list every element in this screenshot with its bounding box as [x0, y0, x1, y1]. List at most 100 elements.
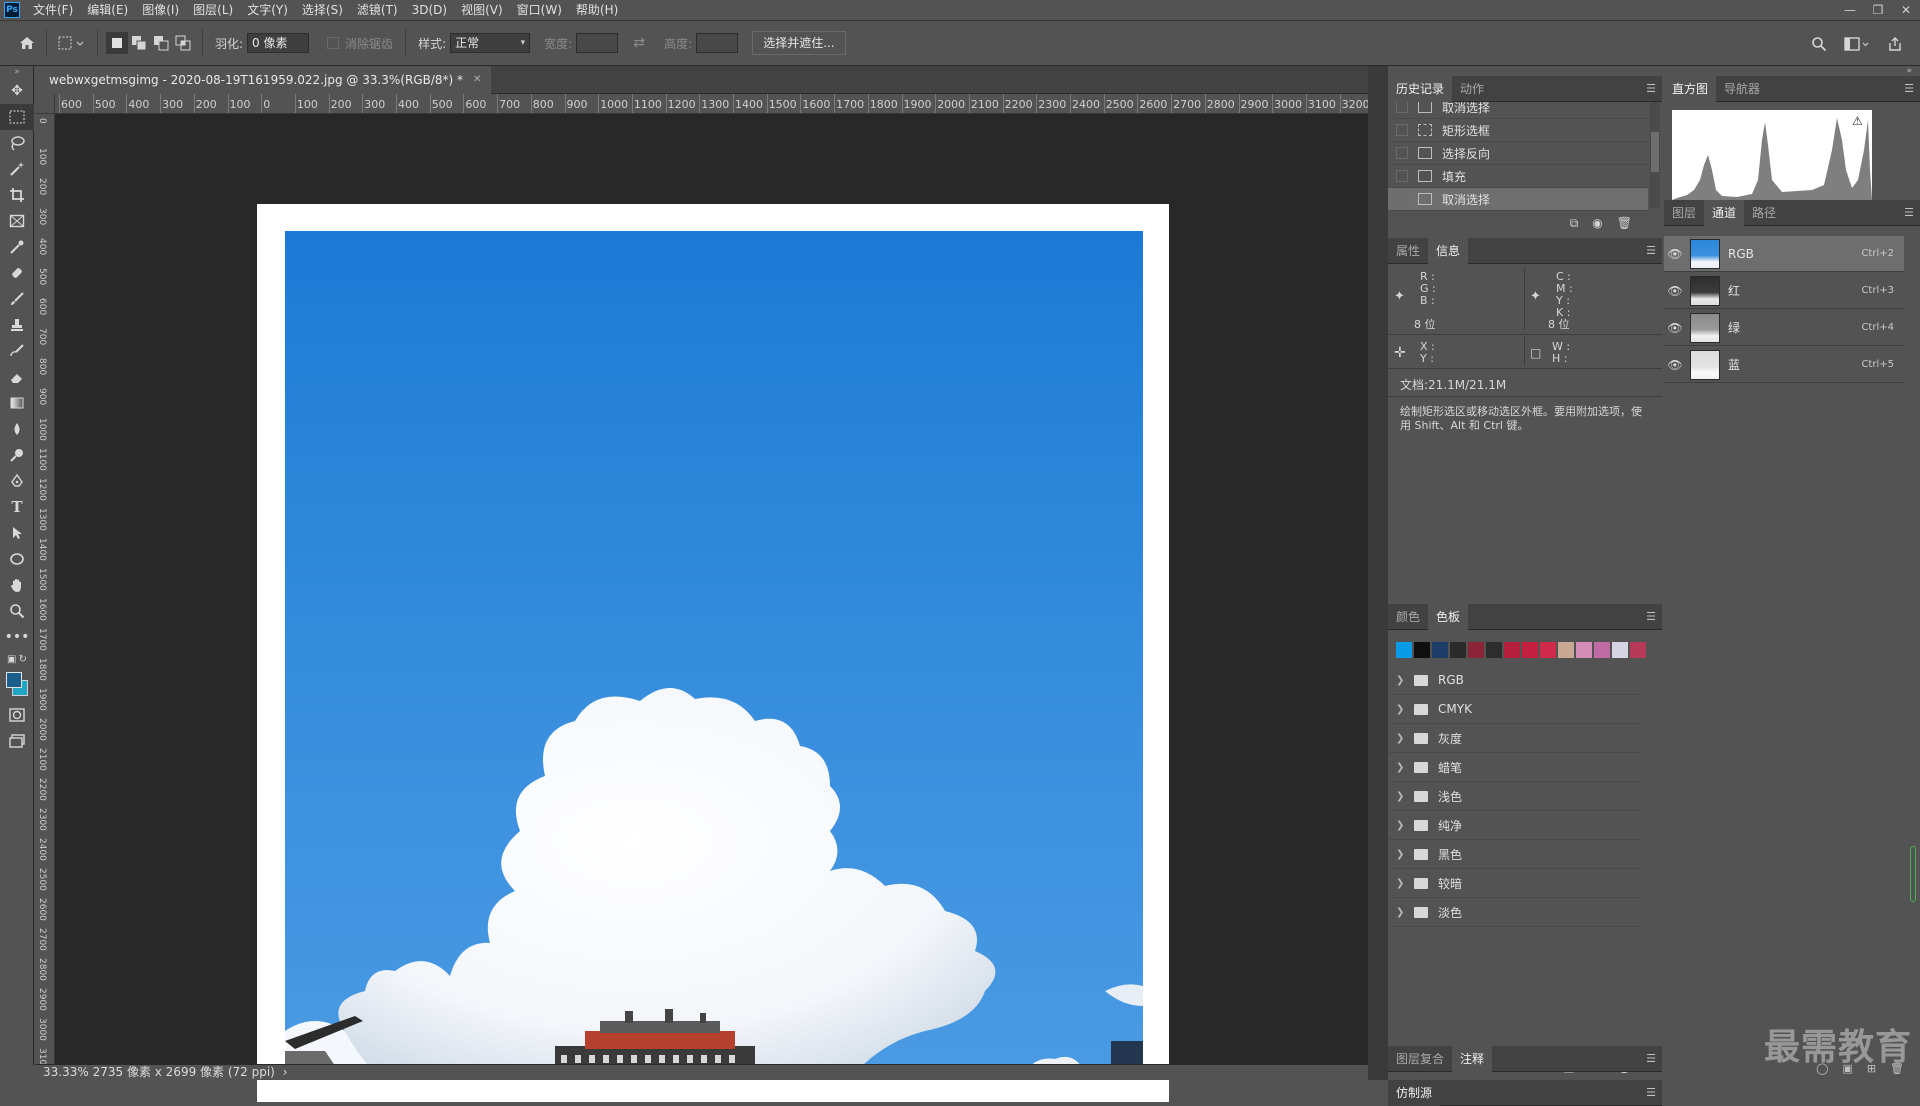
brush-tool-icon[interactable]: [0, 286, 34, 312]
collapse-toolbar-icon[interactable]: »: [0, 66, 34, 78]
color-swatch[interactable]: [1558, 642, 1574, 658]
tab-layer-comps[interactable]: 图层复合: [1388, 1046, 1452, 1072]
color-swatch[interactable]: [1540, 642, 1556, 658]
tab-navigator[interactable]: 导航器: [1716, 76, 1768, 102]
swatch-group[interactable]: ❯ RGB: [1388, 666, 1642, 695]
blur-tool-icon[interactable]: [0, 416, 34, 442]
panel-menu-icon[interactable]: ☰: [1646, 244, 1656, 257]
more-tools-icon[interactable]: •••: [0, 624, 34, 650]
move-tool-icon[interactable]: ✥: [0, 78, 34, 104]
color-swatch[interactable]: [1576, 642, 1592, 658]
history-item-current[interactable]: 取消选择: [1388, 188, 1648, 211]
tab-paths[interactable]: 路径: [1744, 200, 1784, 226]
new-document-from-state-icon[interactable]: ⧉: [1570, 216, 1579, 231]
history-item[interactable]: 矩形选框: [1388, 119, 1648, 142]
panel-menu-icon[interactable]: ☰: [1904, 206, 1914, 219]
default-colors-icon[interactable]: ▣ ↻: [0, 650, 34, 668]
color-swatch[interactable]: [1594, 642, 1610, 658]
tab-histogram[interactable]: 直方图: [1664, 75, 1717, 102]
ellipse-tool-icon[interactable]: [0, 546, 34, 572]
search-icon[interactable]: [1808, 33, 1830, 55]
dodge-tool-icon[interactable]: [0, 442, 34, 468]
history-brush-tool-icon[interactable]: [0, 338, 34, 364]
menu-filter[interactable]: 滤镜(T): [350, 0, 405, 20]
rectangular-marquee-tool-icon[interactable]: [0, 104, 34, 130]
history-item[interactable]: 选择反向: [1388, 142, 1648, 165]
tab-info[interactable]: 信息: [1428, 237, 1469, 264]
close-icon[interactable]: ✕: [1892, 0, 1920, 20]
crop-tool-icon[interactable]: [0, 182, 34, 208]
panel-scroll-handle[interactable]: [1910, 846, 1916, 902]
color-swatch[interactable]: [1432, 642, 1448, 658]
menu-file[interactable]: 文件(F): [26, 0, 80, 20]
style-select[interactable]: 正常 ▾: [450, 33, 531, 53]
feather-input[interactable]: 0 像素: [247, 33, 310, 53]
tab-notes[interactable]: 注释: [1452, 1045, 1493, 1072]
width-input[interactable]: [576, 33, 619, 53]
height-input[interactable]: [696, 33, 739, 53]
restore-icon[interactable]: ❐: [1864, 0, 1892, 20]
type-tool-icon[interactable]: T: [0, 494, 34, 520]
zoom-tool-icon[interactable]: [0, 598, 34, 624]
menu-image[interactable]: 图像(I): [135, 0, 186, 20]
panel-menu-icon[interactable]: ☰: [1646, 1052, 1656, 1065]
horizontal-ruler[interactable]: 600 500 400 300 200 100 0 100 200 300 400 500 600 700…: [55, 94, 1368, 114]
status-zoom[interactable]: 33.33%: [43, 1065, 89, 1079]
color-swatch[interactable]: [1612, 642, 1628, 658]
swatch-group[interactable]: ❯ 蜡笔: [1388, 753, 1642, 782]
swatch-group[interactable]: ❯ 浅色: [1388, 782, 1642, 811]
tab-clone-source[interactable]: 仿制源: [1388, 1079, 1441, 1106]
healing-brush-tool-icon[interactable]: [0, 260, 34, 286]
swatch-group[interactable]: ❯ 黑色: [1388, 840, 1642, 869]
color-swatch[interactable]: [1468, 642, 1484, 658]
minimize-icon[interactable]: —: [1836, 0, 1864, 20]
tab-channels[interactable]: 通道: [1704, 199, 1745, 226]
eye-icon[interactable]: 👁: [1664, 284, 1686, 298]
magic-wand-tool-icon[interactable]: [0, 156, 34, 182]
channel-row-red[interactable]: 👁 红 Ctrl+3: [1664, 273, 1904, 309]
panel-menu-icon[interactable]: ☰: [1904, 82, 1914, 95]
tab-swatches[interactable]: 色板: [1428, 603, 1469, 630]
eye-icon[interactable]: 👁: [1664, 358, 1686, 372]
swatch-group[interactable]: ❯ 淡色: [1388, 898, 1642, 927]
channel-row-green[interactable]: 👁 绿 Ctrl+4: [1664, 310, 1904, 346]
intersect-selection-icon[interactable]: [172, 32, 194, 54]
home-icon[interactable]: [16, 32, 38, 54]
swatch-group[interactable]: ❯ CMYK: [1388, 695, 1642, 724]
color-swatch[interactable]: [1450, 642, 1466, 658]
swatch-group[interactable]: ❯ 灰度: [1388, 724, 1642, 753]
gradient-tool-icon[interactable]: [0, 390, 34, 416]
tab-history[interactable]: 历史记录: [1388, 75, 1453, 102]
image-photo[interactable]: [285, 231, 1143, 1073]
trash-icon[interactable]: 🗑: [1617, 216, 1632, 230]
color-swatch[interactable]: [1630, 642, 1646, 658]
status-document-info[interactable]: 2735 像素 x 2699 像素 (72 ppi): [93, 1065, 275, 1079]
tab-actions[interactable]: 动作: [1452, 76, 1492, 102]
channel-row-blue[interactable]: 👁 蓝 Ctrl+5: [1664, 347, 1904, 383]
tab-color[interactable]: 颜色: [1388, 604, 1428, 630]
eye-icon[interactable]: 👁: [1664, 247, 1686, 261]
color-swatch[interactable]: [1522, 642, 1538, 658]
vertical-ruler[interactable]: 0 100 200 300 400 500 600 700 800 900 1000 1100 1200…: [35, 114, 55, 1064]
color-swatch[interactable]: [1486, 642, 1502, 658]
menu-help[interactable]: 帮助(H): [569, 0, 625, 20]
menu-window[interactable]: 窗口(W): [510, 0, 569, 20]
menu-select[interactable]: 选择(S): [295, 0, 350, 20]
history-item[interactable]: 取消选择: [1388, 102, 1648, 119]
chevron-right-icon[interactable]: ›: [283, 1065, 288, 1079]
quick-mask-icon[interactable]: [0, 702, 34, 728]
frame-tool-icon[interactable]: [0, 208, 34, 234]
camera-icon[interactable]: ◉: [1592, 216, 1602, 230]
menu-3d[interactable]: 3D(D): [405, 0, 454, 20]
menu-layer[interactable]: 图层(L): [186, 0, 240, 20]
screen-mode-icon[interactable]: [0, 728, 34, 754]
eye-icon[interactable]: 👁: [1664, 321, 1686, 335]
swap-icon[interactable]: ⇄: [628, 32, 650, 54]
hand-tool-icon[interactable]: [0, 572, 34, 598]
select-and-mask-button[interactable]: 选择并遮住...: [752, 31, 846, 55]
warning-icon[interactable]: ⚠: [1852, 114, 1863, 128]
eraser-tool-icon[interactable]: [0, 364, 34, 390]
tab-properties[interactable]: 属性: [1388, 238, 1428, 264]
menu-type[interactable]: 文字(Y): [240, 0, 295, 20]
close-tab-icon[interactable]: ✕: [473, 66, 481, 94]
